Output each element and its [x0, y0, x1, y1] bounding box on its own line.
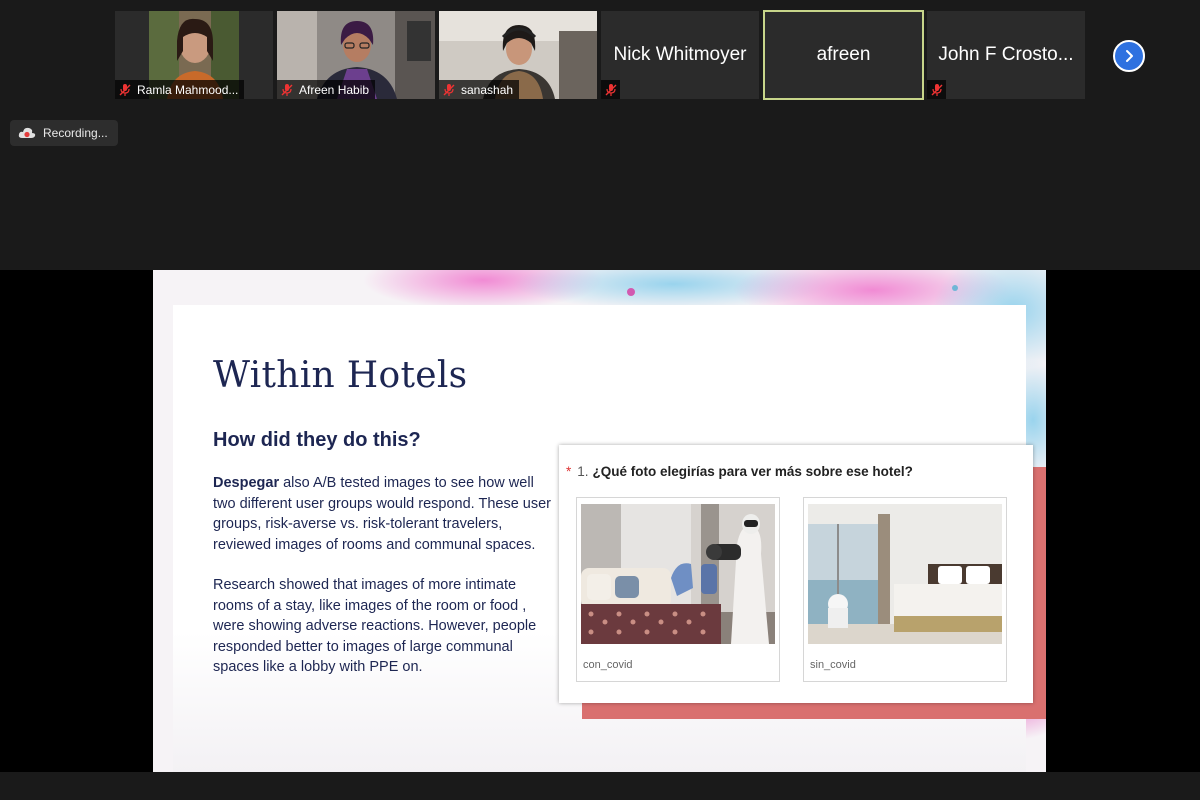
recording-indicator[interactable]: Recording... [10, 120, 118, 146]
slide-paragraph-2: Research showed that images of more inti… [213, 577, 537, 675]
participant-name: sanashah [461, 82, 514, 97]
participant-caption: sanashah [439, 80, 520, 99]
bottom-bar [0, 772, 1200, 800]
muted-mic-icon [281, 83, 293, 96]
shared-screen: Within Hotels How did they do this? Desp… [0, 270, 1200, 772]
participant-tile-sanashah[interactable]: sanashah [439, 11, 597, 99]
participant-tile-ramla[interactable]: Ramla Mahmood... [115, 11, 273, 99]
participant-tile-john[interactable]: John F Crosto... [927, 11, 1085, 99]
survey-question-panel: * 1. ¿Qué foto elegirías para ver más sobr… [559, 445, 1033, 703]
muted-mic-icon [931, 83, 942, 96]
company-name: Despegar [213, 475, 280, 491]
presentation-slide: Within Hotels How did they do this? Desp… [153, 270, 1046, 772]
participant-name: Nick Whitmoyer [613, 44, 747, 65]
slide-subtitle: How did they do this? [213, 429, 421, 451]
participant-caption: Afreen Habib [277, 80, 376, 99]
option-label: con_covid [583, 659, 633, 671]
slide-title: Within Hotels [213, 355, 468, 396]
recording-label: Recording... [43, 126, 108, 140]
participant-tile-afreen[interactable]: afreen [763, 10, 924, 100]
required-asterisk: * [566, 464, 572, 479]
slide-content-card: Within Hotels How did they do this? Desp… [173, 305, 1046, 772]
survey-option-sin-covid[interactable]: sin_covid [803, 497, 1007, 682]
participant-caption [601, 80, 620, 99]
participant-caption: Ramla Mahmood... [115, 80, 245, 99]
muted-mic-icon [443, 83, 455, 96]
question-text: ¿Qué foto elegirías para ver más sobre e… [592, 464, 913, 479]
hotel-photo-room [808, 504, 1002, 644]
participant-name: John F Crosto... [938, 44, 1074, 65]
cloud-recording-icon [18, 127, 36, 138]
survey-option-con-covid[interactable]: con_covid [576, 497, 780, 682]
slide-paragraph-1: Despegar also A/B tested images to see h… [213, 473, 553, 555]
chevron-right-icon [1126, 50, 1133, 62]
participant-tile-nick-whitmoyer[interactable]: Nick Whitmoyer [601, 11, 759, 99]
participant-tile-afreen-habib[interactable]: Afreen Habib [277, 11, 435, 99]
participant-name: afreen [816, 44, 871, 65]
participant-strip: Ramla Mahmood... Afreen Habib sanashah N… [0, 0, 1200, 270]
muted-mic-icon [119, 83, 131, 96]
participant-name: Afreen Habib [299, 82, 370, 97]
option-label: sin_covid [810, 659, 856, 671]
next-participants-button[interactable] [1113, 40, 1145, 72]
question-number: 1. [577, 464, 589, 479]
muted-mic-icon [605, 83, 616, 96]
participant-caption [927, 80, 946, 99]
participant-name: Ramla Mahmood... [137, 82, 239, 97]
hotel-photo-with-ppe [581, 504, 775, 644]
survey-question: * 1. ¿Qué foto elegirías para ver más sobr… [566, 464, 913, 479]
